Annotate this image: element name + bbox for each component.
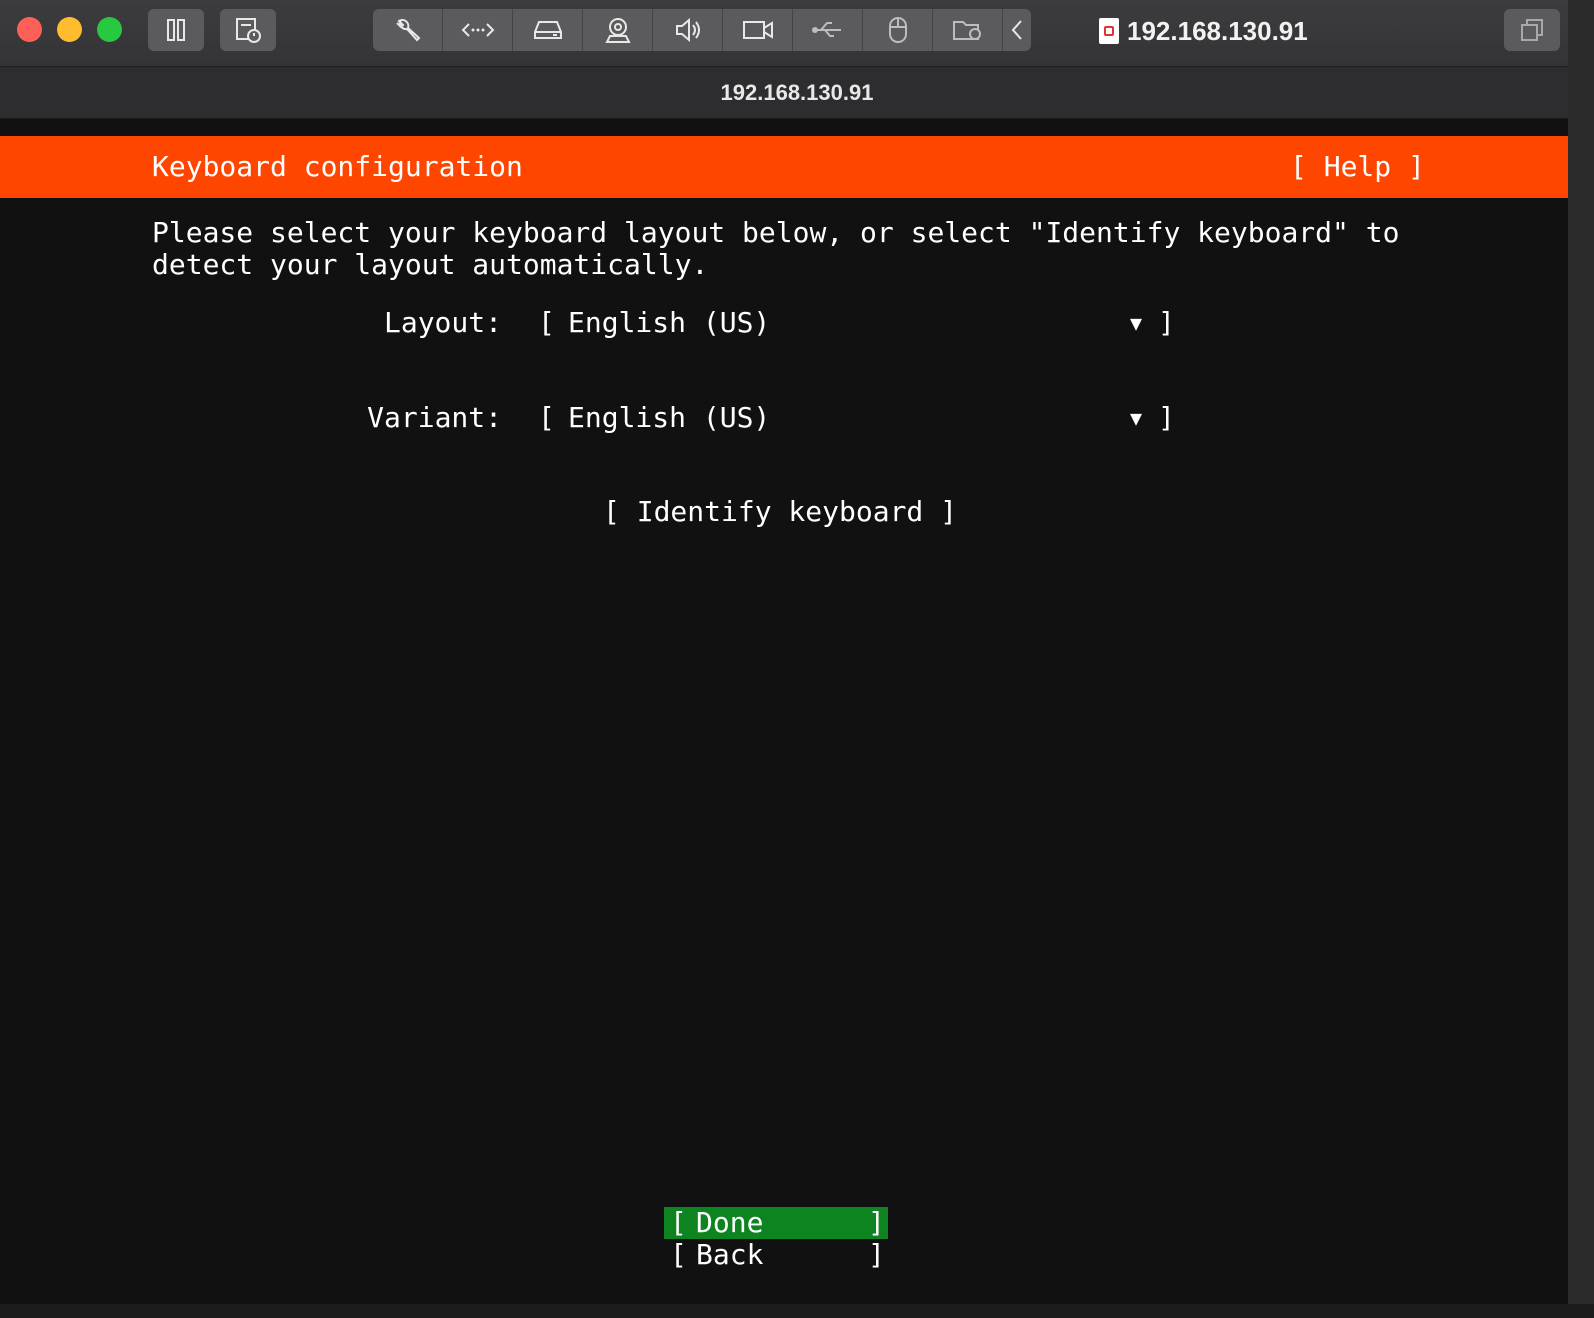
done-label: Done bbox=[696, 1206, 764, 1239]
hard-disk-icon bbox=[533, 21, 562, 39]
layout-dropdown-close: ] bbox=[1158, 306, 1175, 339]
window-right-edge bbox=[1568, 0, 1594, 1318]
sound-button[interactable] bbox=[653, 9, 724, 51]
camera-button[interactable] bbox=[583, 9, 654, 51]
sound-icon bbox=[675, 17, 700, 43]
network-button[interactable] bbox=[443, 9, 514, 51]
window-title-text: 192.168.130.91 bbox=[1127, 15, 1308, 46]
snapshot-icon bbox=[236, 18, 261, 43]
close-window-button[interactable] bbox=[17, 17, 42, 42]
usb-icon bbox=[811, 22, 841, 37]
settings-button[interactable] bbox=[373, 9, 444, 51]
back-close-bracket: ] bbox=[868, 1238, 885, 1271]
collapse-toolbar-button[interactable] bbox=[1003, 9, 1031, 51]
maximize-window-button[interactable] bbox=[97, 17, 122, 42]
mouse-icon bbox=[888, 17, 907, 43]
done-close-bracket: ] bbox=[868, 1206, 885, 1239]
pause-button[interactable] bbox=[148, 9, 204, 51]
back-button[interactable]: [ Back ] bbox=[664, 1239, 888, 1271]
variant-dropdown-close: ] bbox=[1158, 401, 1175, 434]
window-titlebar: 192.168.130.91 bbox=[0, 0, 1594, 67]
window-icon bbox=[1521, 19, 1543, 41]
installer-header: Keyboard configuration [ Help ] bbox=[0, 136, 1594, 198]
video-camera-icon bbox=[742, 21, 773, 39]
intro-line-1: Please select your keyboard layout below… bbox=[152, 216, 1400, 249]
done-button[interactable]: [ Done ] bbox=[664, 1207, 888, 1239]
back-label: Back bbox=[696, 1238, 764, 1271]
camera-icon bbox=[605, 18, 631, 43]
intro-text: Please select your keyboard layout below… bbox=[152, 217, 1399, 281]
done-open-bracket: [ bbox=[670, 1206, 687, 1239]
variant-dropdown-open: [ bbox=[538, 401, 555, 434]
window-title: 192.168.130.91 bbox=[1099, 12, 1308, 50]
layout-label: Layout: bbox=[383, 306, 502, 339]
vm-address-bar: 192.168.130.91 bbox=[0, 67, 1594, 119]
vm-address-text: 192.168.130.91 bbox=[720, 79, 874, 105]
variant-dropdown-value: English (US) bbox=[568, 401, 771, 434]
variant-label: Variant: bbox=[367, 401, 502, 434]
document-icon bbox=[1099, 18, 1119, 44]
window-mode-button[interactable] bbox=[1504, 9, 1560, 51]
variant-dropdown-arrow-icon: ▼ bbox=[1130, 406, 1143, 430]
snapshot-button[interactable] bbox=[220, 9, 276, 51]
layout-dropdown-value: English (US) bbox=[568, 306, 771, 339]
window-bottom-edge bbox=[0, 1304, 1594, 1318]
video-button[interactable] bbox=[723, 9, 794, 51]
vm-toolbar bbox=[373, 9, 1031, 51]
usb-button[interactable] bbox=[793, 9, 864, 51]
shared-folder-icon bbox=[952, 21, 981, 40]
pause-icon bbox=[167, 19, 185, 41]
layout-dropdown-arrow-icon: ▼ bbox=[1130, 311, 1143, 335]
identify-keyboard-button[interactable]: [ Identify keyboard ] bbox=[603, 496, 957, 528]
page-title: Keyboard configuration bbox=[152, 150, 523, 183]
minimize-window-button[interactable] bbox=[57, 17, 82, 42]
intro-line-2: detect your layout automatically. bbox=[152, 248, 709, 281]
chevron-left-icon bbox=[1011, 20, 1022, 40]
help-button[interactable]: [ Help ] bbox=[1290, 151, 1425, 183]
network-icon bbox=[461, 23, 494, 37]
settings-wrench-icon bbox=[395, 18, 420, 42]
hard-disk-button[interactable] bbox=[513, 9, 584, 51]
console-screen[interactable]: Keyboard configuration [ Help ] Please s… bbox=[0, 119, 1594, 1304]
mouse-button[interactable] bbox=[863, 9, 934, 51]
back-open-bracket: [ bbox=[670, 1238, 687, 1271]
shared-folder-button[interactable] bbox=[933, 9, 1004, 51]
layout-dropdown-open: [ bbox=[538, 306, 555, 339]
